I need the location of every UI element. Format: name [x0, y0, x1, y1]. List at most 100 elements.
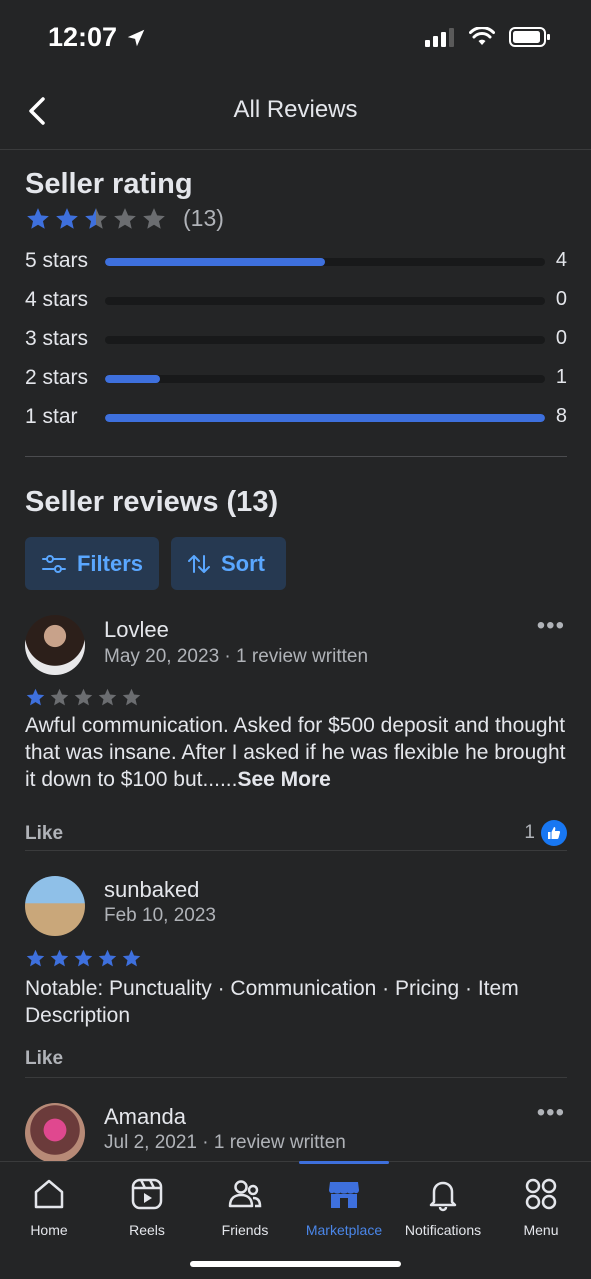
rating-bar-fill [105, 414, 545, 422]
rating-bar-fill [105, 375, 160, 383]
battery-icon [509, 27, 550, 47]
menu-grid-icon [525, 1178, 557, 1210]
wifi-icon [469, 27, 495, 45]
avatar[interactable] [25, 615, 85, 675]
bell-icon [429, 1181, 457, 1212]
like-button[interactable]: Like [25, 1048, 63, 1070]
star-icon [27, 207, 49, 229]
tab-reels[interactable]: Reels [98, 1176, 196, 1238]
review-star-rating [25, 687, 142, 708]
rating-bar-track [105, 336, 545, 344]
tab-label: Marketplace [305, 1222, 383, 1238]
review-text: Awful communication. Asked for $500 depo… [25, 712, 570, 793]
star-icon [74, 949, 93, 967]
star-icon [74, 688, 93, 706]
review-meta: May 20, 2023 · 1 review written [104, 646, 369, 667]
rating-bar-row: 3 stars 0 [25, 327, 567, 357]
seller-reviews-heading: Seller reviews (13) [25, 486, 567, 519]
rating-count: (13) [183, 205, 224, 231]
star-rating [25, 206, 167, 232]
review-meta: Jul 2, 2021 · 1 review written [104, 1132, 346, 1153]
more-options-button[interactable]: ••• [537, 614, 565, 638]
filters-icon [41, 554, 66, 573]
star-icon [98, 949, 117, 967]
navigation-header: All Reviews [0, 80, 591, 150]
tab-menu[interactable]: Menu [492, 1176, 590, 1238]
rating-bar-row: 2 stars 1 [25, 366, 567, 396]
clock-text: 12:07 [48, 22, 118, 52]
page-title: All Reviews [233, 96, 358, 123]
review-item: Lovlee May 20, 2023 · 1 review written •… [25, 614, 570, 851]
see-more-link[interactable]: See More [237, 768, 330, 791]
rating-bar-label: 5 stars [25, 249, 89, 272]
home-indicator [190, 1261, 401, 1267]
like-count: 1 [524, 820, 567, 846]
divider [25, 456, 567, 457]
tab-label: Home [30, 1222, 68, 1238]
review-star-rating [25, 948, 142, 969]
rating-bar-track [105, 297, 545, 305]
rating-bar-count: 1 [555, 366, 567, 388]
tab-notifications[interactable]: Notifications [394, 1176, 492, 1238]
location-arrow-icon [127, 29, 145, 46]
rating-bar-row: 1 star 8 [25, 405, 567, 435]
star-icon [85, 207, 107, 229]
rating-bar-fill [105, 258, 325, 266]
home-icon [34, 1179, 64, 1209]
friends-icon [228, 1180, 262, 1208]
rating-bar-count: 4 [555, 249, 567, 271]
seller-reviews-title: Seller reviews (13) [25, 486, 279, 518]
star-icon [50, 688, 69, 706]
reviewer-name[interactable]: Lovlee [104, 617, 169, 643]
rating-bar-track [105, 375, 545, 383]
seller-rating-title: Seller rating [25, 168, 193, 200]
reels-icon [131, 1178, 163, 1210]
rating-bar-row: 4 stars 0 [25, 288, 567, 318]
tab-home[interactable]: Home [0, 1176, 98, 1238]
sort-icon [188, 554, 210, 573]
rating-bar-count: 8 [555, 405, 567, 427]
rating-bar-track [105, 414, 545, 422]
star-icon [122, 949, 141, 967]
bottom-tab-bar: Home Reels Friends Marketplace Notificat… [0, 1161, 591, 1279]
avatar[interactable] [25, 876, 85, 936]
filters-button[interactable]: Filters [25, 537, 159, 590]
review-text: Notable: Punctuality · Communication · P… [25, 977, 519, 1027]
status-bar: 12:07 [0, 0, 591, 80]
tab-label: Notifications [404, 1222, 482, 1238]
divider [25, 850, 567, 851]
marketplace-icon [329, 1182, 359, 1208]
star-icon [114, 207, 136, 229]
rating-bar-label: 3 stars [25, 327, 89, 350]
rating-bar-label: 1 star [25, 405, 78, 428]
star-icon [26, 688, 45, 706]
seller-rating-section: Seller rating (13) [25, 168, 567, 232]
tab-label: Menu [523, 1222, 559, 1238]
active-tab-indicator [299, 1161, 389, 1164]
star-icon [143, 207, 165, 229]
star-icon [122, 688, 141, 706]
rating-bar-track [105, 258, 545, 266]
tab-friends[interactable]: Friends [196, 1176, 294, 1238]
review-item: sunbaked Feb 10, 2023 Notable: Punctuali… [25, 876, 567, 1078]
tab-marketplace[interactable]: Marketplace [295, 1176, 393, 1238]
divider [25, 1077, 567, 1078]
review-item: Amanda Jul 2, 2021 · 1 review written ••… [25, 1103, 567, 1161]
rating-bar-label: 4 stars [25, 288, 89, 311]
star-icon [56, 207, 78, 229]
rating-bar-row: 5 stars 4 [25, 249, 567, 279]
seller-rating-stars: (13) [25, 205, 567, 232]
sort-button[interactable]: Sort [171, 537, 286, 590]
rating-bar-count: 0 [555, 327, 567, 349]
status-time: 12:07 [48, 22, 147, 53]
like-count-value: 1 [524, 822, 535, 843]
rating-bar-label: 2 stars [25, 366, 89, 389]
review-meta: Feb 10, 2023 [104, 905, 216, 926]
more-options-button[interactable]: ••• [537, 1103, 565, 1125]
reviewer-name[interactable]: sunbaked [104, 877, 199, 903]
like-button[interactable]: Like [25, 823, 63, 845]
reviewer-name[interactable]: Amanda [104, 1104, 186, 1130]
tab-label: Reels [129, 1222, 165, 1238]
tab-label: Friends [221, 1222, 269, 1238]
avatar[interactable] [25, 1103, 85, 1161]
